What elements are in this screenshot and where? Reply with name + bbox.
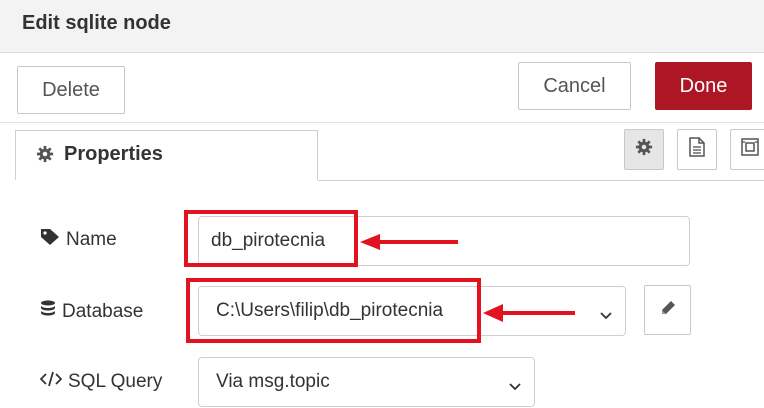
tab-properties[interactable]: Properties — [15, 130, 318, 180]
name-label: Name — [40, 228, 117, 252]
dialog-title: Edit sqlite node — [22, 12, 171, 34]
dialog-header: Edit sqlite node — [0, 0, 764, 53]
tab-underline — [318, 180, 764, 181]
database-label-text: Database — [62, 301, 144, 322]
sql-query-label-text: SQL Query — [68, 371, 163, 392]
database-label: Database — [40, 300, 143, 324]
name-label-text: Name — [66, 229, 117, 250]
toolbar-divider — [0, 122, 764, 123]
document-icon — [688, 137, 706, 162]
gear-icon — [36, 145, 54, 168]
cancel-button[interactable]: Cancel — [518, 62, 631, 110]
settings-tab-button[interactable] — [624, 129, 664, 170]
edit-database-button[interactable] — [644, 285, 691, 335]
sql-query-select-value: Via msg.topic — [216, 371, 330, 392]
tag-icon — [40, 228, 66, 252]
highlight-box-name — [184, 210, 358, 267]
sql-query-label: SQL Query — [39, 371, 163, 393]
code-icon — [39, 371, 68, 393]
annotation-arrow-database — [483, 304, 575, 322]
delete-button[interactable]: Delete — [17, 66, 125, 114]
description-tab-button[interactable] — [677, 129, 717, 170]
done-button[interactable]: Done — [655, 62, 752, 110]
sql-query-select[interactable]: Via msg.topic — [198, 357, 535, 407]
annotation-arrow-name — [360, 234, 458, 250]
database-icon — [40, 300, 62, 324]
chevron-down-icon — [599, 305, 613, 327]
highlight-box-database — [186, 278, 481, 343]
pencil-icon — [660, 300, 676, 321]
appearance-tab-button[interactable] — [730, 129, 764, 170]
chevron-down-icon — [508, 376, 522, 398]
frame-icon — [740, 137, 760, 162]
tab-label: Properties — [64, 143, 163, 165]
gear-icon — [635, 138, 653, 161]
